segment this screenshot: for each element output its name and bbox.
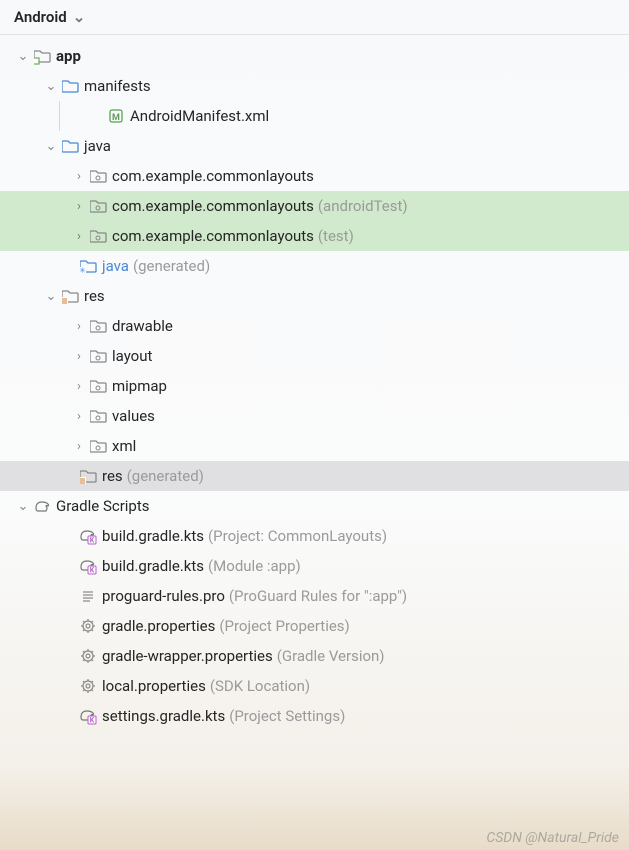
gradle-icon [32, 498, 52, 515]
tree-node-java[interactable]: ⌄ java [0, 131, 629, 161]
chevron-down-icon[interactable]: ⌄ [42, 139, 60, 154]
node-suffix: (Project Properties) [219, 617, 349, 635]
watermark: CSDN @Natural_Pride [486, 830, 619, 846]
node-label: gradle-wrapper.properties [102, 647, 273, 665]
tree-node-package-androidtest[interactable]: › com.example.commonlayouts (androidTest… [0, 191, 629, 221]
node-label: res [102, 467, 123, 485]
tree-node-drawable[interactable]: › drawable [0, 311, 629, 341]
chevron-right-icon[interactable]: › [70, 169, 88, 184]
package-folder-icon [88, 198, 108, 215]
node-suffix: (ProGuard Rules for ":app") [229, 587, 407, 605]
tree-node-build-gradle-module[interactable]: build.gradle.kts (Module :app) [0, 551, 629, 581]
tree-node-wrapper-properties[interactable]: gradle-wrapper.properties (Gradle Versio… [0, 641, 629, 671]
node-label: app [56, 47, 81, 65]
node-label: com.example.commonlayouts [112, 197, 314, 215]
tree-node-build-gradle-project[interactable]: build.gradle.kts (Project: CommonLayouts… [0, 521, 629, 551]
project-tree: ⌄ app ⌄ manifests AndroidManifest.xml ⌄ … [0, 35, 629, 731]
node-suffix: (Project Settings) [229, 707, 345, 725]
chevron-right-icon[interactable]: › [70, 199, 88, 214]
package-folder-icon [88, 438, 108, 455]
tree-node-package-test[interactable]: › com.example.commonlayouts (test) [0, 221, 629, 251]
chevron-down-icon[interactable]: ⌄ [42, 79, 60, 94]
package-folder-icon [88, 318, 108, 335]
node-label: proguard-rules.pro [102, 587, 225, 605]
node-label: mipmap [112, 377, 167, 395]
tree-node-gradle-properties[interactable]: gradle.properties (Project Properties) [0, 611, 629, 641]
node-suffix: (generated) [127, 467, 204, 485]
node-label: values [112, 407, 155, 425]
node-label: xml [112, 437, 136, 455]
manifest-file-icon [106, 108, 126, 125]
module-folder-icon [32, 48, 52, 65]
tree-node-proguard[interactable]: proguard-rules.pro (ProGuard Rules for "… [0, 581, 629, 611]
chevron-right-icon[interactable]: › [70, 349, 88, 364]
tree-node-app[interactable]: ⌄ app [0, 41, 629, 71]
node-suffix: (Module :app) [208, 557, 301, 575]
chevron-down-icon[interactable]: ⌄ [14, 49, 32, 64]
node-label: layout [112, 347, 152, 365]
gradle-kts-icon [78, 527, 98, 545]
tree-node-settings-gradle[interactable]: settings.gradle.kts (Project Settings) [0, 701, 629, 731]
package-folder-icon [88, 348, 108, 365]
tree-node-local-properties[interactable]: local.properties (SDK Location) [0, 671, 629, 701]
tree-guide [59, 101, 60, 131]
node-label: java [84, 137, 111, 155]
node-suffix: (Gradle Version) [277, 647, 385, 665]
node-label: java [102, 257, 129, 275]
tree-node-layout[interactable]: › layout [0, 341, 629, 371]
folder-icon [60, 138, 80, 155]
node-label: build.gradle.kts [102, 527, 204, 545]
node-label: build.gradle.kts [102, 557, 204, 575]
node-label: settings.gradle.kts [102, 707, 225, 725]
node-label: com.example.commonlayouts [112, 227, 314, 245]
chevron-down-icon[interactable]: ⌄ [14, 499, 32, 514]
node-label: drawable [112, 317, 173, 335]
chevron-right-icon[interactable]: › [70, 409, 88, 424]
tree-node-res[interactable]: ⌄ res [0, 281, 629, 311]
resource-folder-icon [60, 288, 80, 305]
gradle-kts-icon [78, 707, 98, 725]
tree-node-manifest-file[interactable]: AndroidManifest.xml [0, 101, 629, 131]
tree-node-mipmap[interactable]: › mipmap [0, 371, 629, 401]
node-suffix: (Project: CommonLayouts) [208, 527, 387, 545]
gradle-kts-icon [78, 557, 98, 575]
package-folder-icon [88, 168, 108, 185]
folder-icon [60, 78, 80, 95]
package-folder-icon [88, 228, 108, 245]
tree-node-xml[interactable]: › xml [0, 431, 629, 461]
node-label: com.example.commonlayouts [112, 167, 314, 185]
chevron-right-icon[interactable]: › [70, 229, 88, 244]
package-folder-icon [88, 408, 108, 425]
tree-node-manifests[interactable]: ⌄ manifests [0, 71, 629, 101]
header-title: Android [14, 8, 67, 26]
node-label: manifests [84, 77, 151, 95]
tree-node-res-generated[interactable]: res (generated) [0, 461, 629, 491]
node-suffix: (androidTest) [318, 197, 408, 215]
chevron-right-icon[interactable]: › [70, 379, 88, 394]
tree-node-java-generated[interactable]: java (generated) [0, 251, 629, 281]
node-label: gradle.properties [102, 617, 215, 635]
chevron-right-icon[interactable]: › [70, 439, 88, 454]
text-file-icon [78, 588, 98, 605]
node-suffix: (generated) [133, 257, 210, 275]
node-label: Gradle Scripts [56, 497, 150, 515]
node-suffix: (SDK Location) [210, 677, 310, 695]
node-label: res [84, 287, 105, 305]
gear-icon [78, 648, 98, 665]
tree-node-package[interactable]: › com.example.commonlayouts [0, 161, 629, 191]
gear-icon [78, 618, 98, 635]
chevron-right-icon[interactable]: › [70, 319, 88, 334]
gear-icon [78, 678, 98, 695]
tree-node-values[interactable]: › values [0, 401, 629, 431]
project-view-header[interactable]: Android ⌄ [0, 0, 629, 35]
tree-node-gradle-scripts[interactable]: ⌄ Gradle Scripts [0, 491, 629, 521]
chevron-down-icon[interactable]: ⌄ [42, 289, 60, 304]
chevron-down-icon: ⌄ [73, 8, 86, 26]
resource-folder-icon [78, 468, 98, 485]
node-label: local.properties [102, 677, 206, 695]
node-suffix: (test) [318, 227, 354, 245]
node-label: AndroidManifest.xml [130, 107, 269, 125]
package-folder-icon [88, 378, 108, 395]
generated-folder-icon [78, 258, 98, 275]
